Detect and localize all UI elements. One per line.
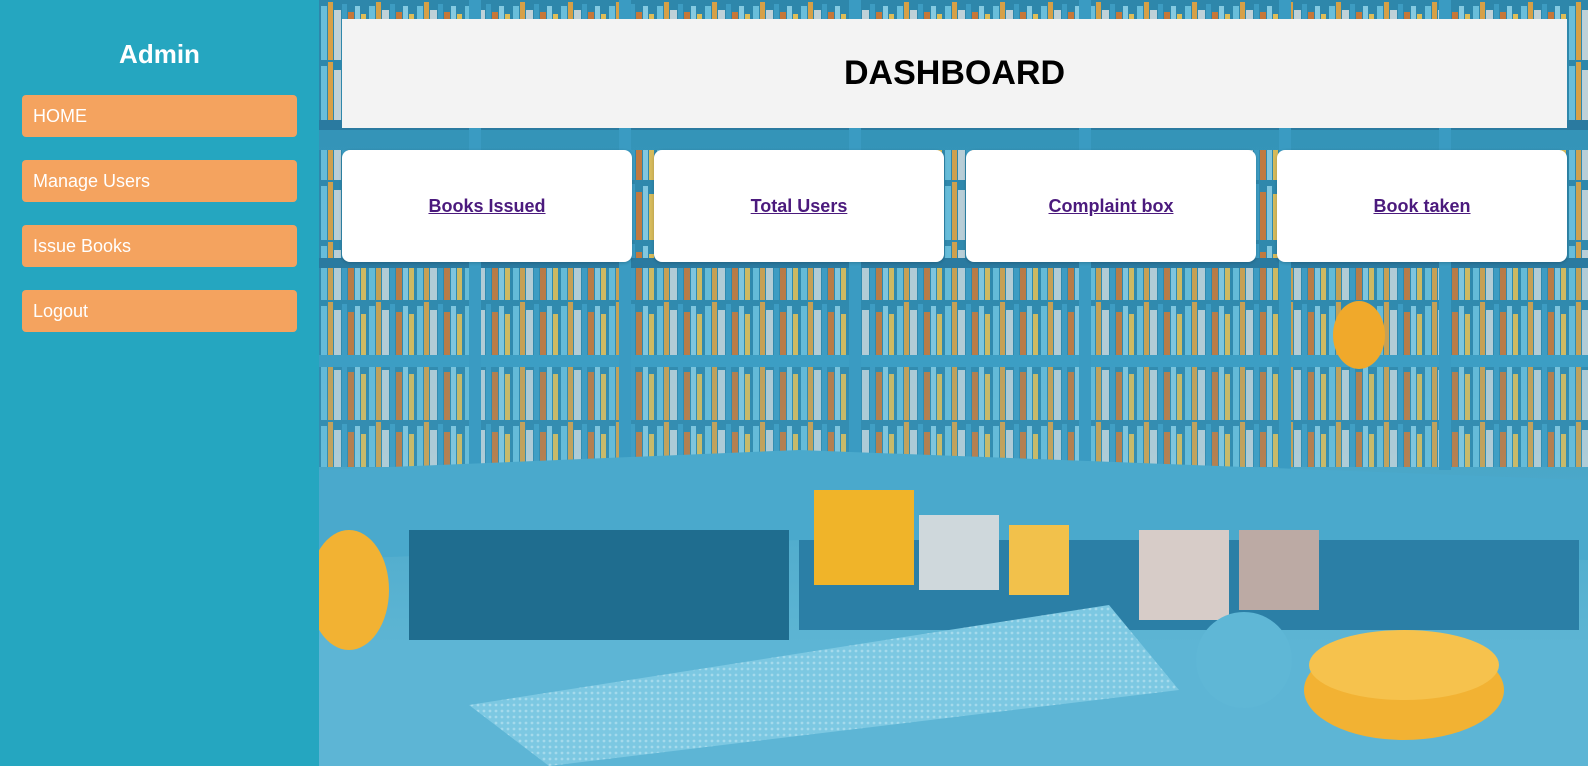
complaint-box-link[interactable]: Complaint box	[1049, 196, 1174, 217]
page-title: DASHBOARD	[844, 54, 1065, 92]
dashboard-header: DASHBOARD	[342, 19, 1567, 128]
book-taken-link[interactable]: Book taken	[1373, 196, 1470, 217]
total-users-card: Total Users	[654, 150, 944, 262]
nav-manage-users-button[interactable]: Manage Users	[22, 160, 297, 202]
total-users-link[interactable]: Total Users	[751, 196, 848, 217]
complaint-box-card: Complaint box	[966, 150, 1256, 262]
nav-issue-books-button[interactable]: Issue Books	[22, 225, 297, 267]
books-issued-card: Books Issued	[342, 150, 632, 262]
sidebar: Admin HOME Manage Users Issue Books Logo…	[0, 0, 319, 766]
sidebar-title: Admin	[119, 39, 200, 69]
nav-logout-button[interactable]: Logout	[22, 290, 297, 332]
nav-home-button[interactable]: HOME	[22, 95, 297, 137]
book-taken-card: Book taken	[1277, 150, 1567, 262]
books-issued-link[interactable]: Books Issued	[428, 196, 545, 217]
